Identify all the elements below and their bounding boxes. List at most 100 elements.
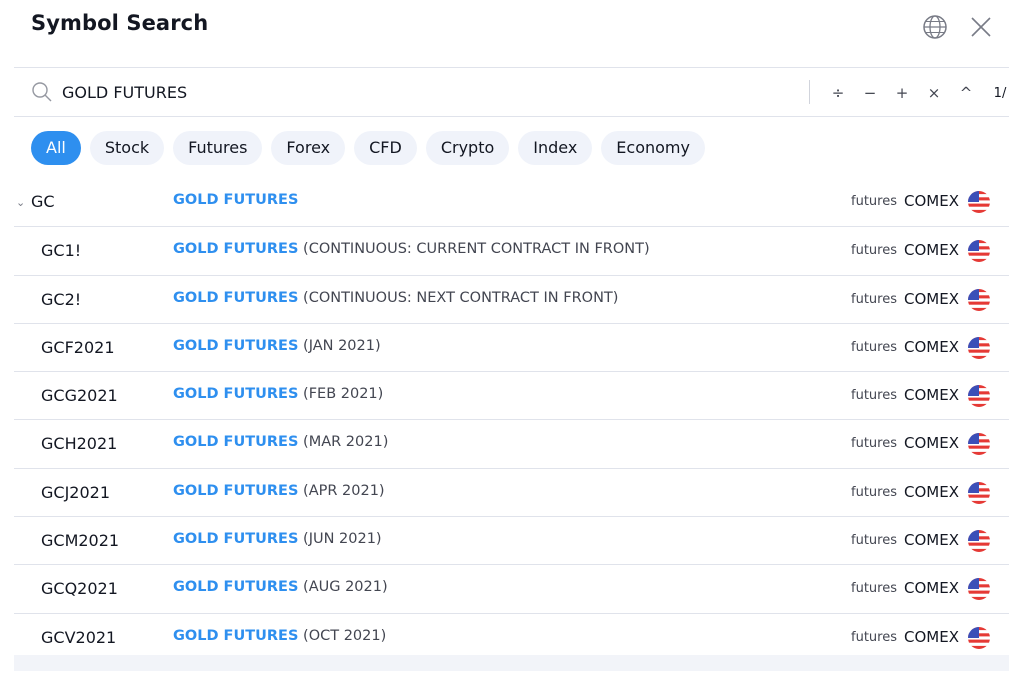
results-list: ⌄ GC GOLD FUTURES futures COMEX GC1! GOLD FUT…	[14, 179, 1009, 662]
filter-chip-crypto[interactable]: Crypto	[425, 131, 510, 165]
exchange-label: COMEX	[904, 434, 959, 453]
symbol-description: GOLD FUTURES (FEB 2021)	[173, 386, 383, 402]
us-flag-icon	[968, 578, 990, 601]
description-suffix: (CONTINUOUS: CURRENT CONTRACT IN FRONT)	[298, 241, 650, 258]
symbol-type: futures	[851, 533, 897, 549]
description-match: GOLD FUTURES	[173, 434, 299, 451]
search-input[interactable]	[62, 77, 762, 107]
description-suffix: (OCT 2021)	[298, 627, 387, 644]
exchange-label: COMEX	[904, 192, 959, 210]
description-match: GOLD FUTURES	[173, 289, 299, 306]
symbol-type: futures	[851, 339, 897, 355]
result-row[interactable]: GC1! GOLD FUTURES (CONTINUOUS: CURRENT CO…	[14, 227, 1009, 276]
reciprocal-button[interactable]: 1/	[984, 86, 1016, 101]
exchange-label: COMEX	[904, 386, 959, 405]
description-suffix: (APR 2021)	[298, 482, 385, 499]
us-flag-icon	[968, 626, 990, 649]
symbol-type: futures	[851, 484, 897, 500]
description-suffix: (JAN 2021)	[298, 337, 381, 354]
symbol-ticker: GCH2021	[41, 434, 118, 454]
result-row[interactable]: GCM2021 GOLD FUTURES (JUN 2021) futures COM…	[14, 517, 1009, 566]
symbol-ticker: GC1!	[41, 241, 82, 261]
exchange-label: COMEX	[904, 627, 959, 646]
filter-chip-all[interactable]: All	[31, 131, 81, 165]
result-row[interactable]: GCQ2021 GOLD FUTURES (AUG 2021) futures COM…	[14, 565, 1009, 614]
symbol-description: GOLD FUTURES (AUG 2021)	[173, 579, 388, 595]
symbol-description: GOLD FUTURES (APR 2021)	[173, 483, 385, 499]
filter-chip-forex[interactable]: Forex	[271, 131, 346, 165]
symbol-ticker: GCQ2021	[41, 579, 118, 599]
description-suffix: (JUN 2021)	[298, 531, 382, 548]
symbol-description: GOLD FUTURES (MAR 2021)	[173, 434, 388, 450]
symbol-description: GOLD FUTURES (OCT 2021)	[173, 628, 386, 644]
description-suffix: (MAR 2021)	[298, 434, 389, 451]
description-suffix: (AUG 2021)	[298, 579, 388, 596]
exchange-label: COMEX	[904, 337, 959, 356]
chevron-down-icon[interactable]: ⌄	[16, 196, 25, 209]
symbol-type: futures	[851, 194, 897, 209]
filter-chip-futures[interactable]: Futures	[173, 131, 263, 165]
symbol-ticker: GCG2021	[41, 386, 118, 406]
us-flag-icon	[968, 433, 990, 456]
result-row[interactable]: GCH2021 GOLD FUTURES (MAR 2021) futures COM…	[14, 420, 1009, 469]
filter-tabs: All Stock Futures Forex CFD Crypto Index Econom…	[31, 131, 705, 165]
description-match: GOLD FUTURES	[173, 627, 299, 644]
symbol-ticker: GC2!	[41, 289, 82, 309]
us-flag-icon	[968, 191, 990, 213]
result-row[interactable]: GCJ2021 GOLD FUTURES (APR 2021) futures COM…	[14, 469, 1009, 518]
exchange-label: COMEX	[904, 289, 959, 308]
result-row[interactable]: GC2! GOLD FUTURES (CONTINUOUS: NEXT CONTR…	[14, 276, 1009, 324]
symbol-ticker: GCV2021	[41, 627, 117, 647]
search-tools: ÷ − + × ^ 1/	[822, 80, 1016, 106]
exchange-label: COMEX	[904, 482, 959, 501]
symbol-type: futures	[851, 581, 897, 597]
list-footer	[14, 655, 1009, 671]
divide-button[interactable]: ÷	[822, 84, 854, 102]
us-flag-icon	[968, 385, 990, 408]
description-match: GOLD FUTURES	[173, 241, 299, 258]
result-row[interactable]: GCF2021 GOLD FUTURES (JAN 2021) futures COM…	[14, 324, 1009, 373]
symbol-ticker: GC	[31, 192, 55, 211]
us-flag-icon	[968, 240, 990, 263]
description-match: GOLD FUTURES	[173, 579, 299, 596]
filter-chip-cfd[interactable]: CFD	[354, 131, 417, 165]
description-suffix: (FEB 2021)	[298, 386, 384, 403]
multiply-button[interactable]: ×	[918, 84, 950, 102]
filter-chip-economy[interactable]: Economy	[601, 131, 705, 165]
globe-icon[interactable]	[921, 13, 949, 41]
symbol-type: futures	[851, 629, 897, 645]
us-flag-icon	[968, 530, 990, 553]
search-bar: ÷ − + × ^ 1/	[14, 67, 1009, 117]
search-icon	[30, 80, 54, 104]
description-suffix: (CONTINUOUS: NEXT CONTRACT IN FRONT)	[298, 289, 619, 306]
dialog-title: Symbol Search	[31, 11, 209, 35]
minus-button[interactable]: −	[854, 84, 886, 102]
result-row[interactable]: GCG2021 GOLD FUTURES (FEB 2021) futures COM…	[14, 372, 1009, 421]
us-flag-icon	[968, 481, 990, 504]
description-match: GOLD FUTURES	[173, 531, 299, 548]
search-divider	[809, 80, 810, 104]
result-row[interactable]: ⌄ GC GOLD FUTURES futures COMEX	[14, 179, 1009, 228]
symbol-description: GOLD FUTURES (CONTINUOUS: CURRENT CONTRA…	[173, 241, 650, 257]
close-icon[interactable]	[967, 13, 995, 41]
description-match: GOLD FUTURES	[173, 192, 299, 208]
symbol-type: futures	[851, 243, 897, 259]
symbol-description: GOLD FUTURES	[173, 192, 298, 208]
symbol-description: GOLD FUTURES (JUN 2021)	[173, 531, 382, 547]
filter-chip-stock[interactable]: Stock	[89, 131, 165, 165]
us-flag-icon	[968, 288, 990, 311]
symbol-description: GOLD FUTURES (JAN 2021)	[173, 338, 381, 354]
symbol-type: futures	[851, 388, 897, 404]
symbol-type: futures	[851, 291, 897, 307]
exchange-label: COMEX	[904, 241, 959, 260]
exchange-label: COMEX	[904, 579, 959, 598]
plus-button[interactable]: +	[886, 84, 918, 102]
description-match: GOLD FUTURES	[173, 386, 299, 403]
symbol-ticker: GCJ2021	[41, 482, 111, 502]
exchange-label: COMEX	[904, 531, 959, 550]
description-match: GOLD FUTURES	[173, 337, 299, 354]
power-button[interactable]: ^	[950, 84, 982, 102]
dialog-header: Symbol Search	[0, 0, 1024, 56]
filter-chip-index[interactable]: Index	[518, 131, 593, 165]
us-flag-icon	[968, 336, 990, 359]
